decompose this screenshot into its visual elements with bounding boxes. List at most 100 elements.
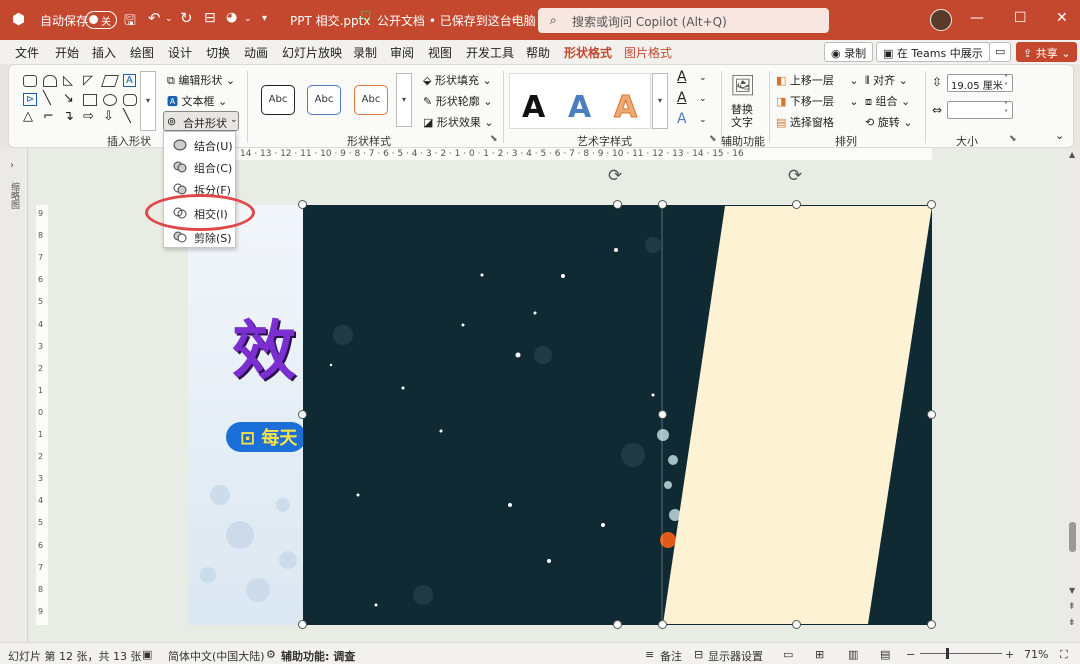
shape-handle-sw[interactable] — [658, 620, 667, 629]
dialog-launcher-icon[interactable]: ⬊ — [709, 134, 717, 144]
thumbnail-pane-label[interactable]: 缩略图 — [8, 182, 21, 209]
present-in-teams-button[interactable]: ▣ 在 Teams 中展示 — [876, 42, 990, 62]
edit-shape-button[interactable]: ⧉ 编辑形状 ⌄ — [167, 72, 235, 88]
tab-shape-format[interactable]: 形状格式 — [564, 44, 613, 66]
scrollbar-thumb[interactable] — [1069, 522, 1076, 552]
display-settings-icon[interactable]: ⊟ — [694, 648, 703, 661]
tab-review[interactable]: 审阅 — [390, 44, 414, 61]
resize-handle-w[interactable] — [298, 410, 307, 419]
slide-title-fragment[interactable]: 效 — [232, 300, 296, 392]
slide-sorter-icon[interactable]: ⊞ — [815, 648, 824, 661]
record-button[interactable]: ◉ 录制 — [824, 42, 874, 62]
resize-handle-se[interactable] — [927, 620, 936, 629]
resize-handle-ne[interactable] — [927, 200, 936, 209]
tab-picture-format[interactable]: 图片格式 — [624, 44, 672, 61]
undo-icon[interactable]: ↶ — [148, 9, 161, 27]
search-input[interactable]: ⌕ 搜索或询问 Copilot (Alt+Q) — [538, 8, 829, 33]
shape-handle-nw[interactable] — [658, 200, 667, 209]
expand-pane-icon[interactable]: › — [10, 160, 14, 171]
text-outline-icon[interactable]: A — [677, 90, 687, 106]
shape-outline-button[interactable]: ✎ 形状轮廓 ⌄ — [423, 93, 492, 109]
line-shape-icon[interactable]: ╲ — [43, 91, 51, 106]
resize-handle-e[interactable] — [927, 410, 936, 419]
shape-width-field[interactable]: ˄ ˅ — [947, 101, 1013, 119]
scroll-down-icon[interactable]: ▼ — [1069, 586, 1075, 595]
shape-height-field[interactable]: 19.05 厘米 ˄ ˅ — [947, 74, 1013, 92]
text-effects-icon[interactable]: A — [677, 111, 687, 127]
resize-handle-s[interactable] — [613, 620, 622, 629]
slideshow-icon[interactable]: ▤ — [880, 648, 890, 661]
zoom-slider[interactable] — [920, 653, 1002, 654]
accessibility-status[interactable]: 辅助功能: 调查 — [281, 648, 355, 664]
qat-more-icon[interactable]: ▾ — [262, 13, 267, 24]
menu-item-union[interactable]: 结合(U) — [164, 134, 237, 156]
right-arrow-shape-icon[interactable]: ⇨ — [83, 109, 94, 124]
shape-style-dark[interactable]: Abc — [261, 85, 295, 115]
triangle-shape-icon[interactable]: ◺ — [63, 73, 73, 88]
shape-gallery[interactable]: ◺ ◸ A ⊳ ╲ ↘ △ ⌐ ↴ ⇨ ⇩ ╲ — [19, 71, 143, 131]
reading-view-icon[interactable]: ▥ — [848, 648, 858, 661]
selection-pane-button[interactable]: ▤ 选择窗格 — [776, 114, 834, 130]
wordart-black-a[interactable]: A — [522, 90, 545, 125]
arrow-line-shape-icon[interactable]: ↘ — [63, 91, 74, 106]
parallelogram-shape-icon[interactable] — [101, 75, 119, 87]
vertical-scrollbar[interactable]: ▲ ▼ ⇞ ⇟ — [1066, 150, 1080, 642]
collapse-ribbon-icon[interactable]: ⌄ — [1055, 129, 1064, 142]
resize-handle-n[interactable] — [613, 200, 622, 209]
align-button[interactable]: ⫴ 对齐 ⌄ — [865, 72, 908, 88]
text-outline-dropdown-icon[interactable]: ⌄ — [699, 94, 707, 104]
shape-handle-n[interactable] — [792, 200, 801, 209]
language-indicator[interactable]: 简体中文(中国大陆) — [168, 648, 265, 664]
customize-dropdown-icon[interactable]: ⌄ — [244, 14, 252, 24]
normal-view-icon[interactable]: ▭ — [783, 648, 793, 661]
shape-style-orange[interactable]: Abc — [354, 85, 388, 115]
tab-help[interactable]: 帮助 — [526, 44, 550, 61]
text-fill-dropdown-icon[interactable]: ⌄ — [699, 73, 707, 83]
autosave-toggle[interactable]: 关 — [85, 11, 117, 29]
shape-gallery-more-button[interactable]: ▾ — [140, 71, 156, 131]
tab-view[interactable]: 视图 — [428, 44, 452, 61]
wordart-gallery[interactable]: A A A — [509, 73, 651, 129]
notes-icon[interactable]: ≡ — [645, 648, 654, 661]
tab-record[interactable]: 录制 — [353, 44, 377, 61]
minimize-icon[interactable]: — — [970, 10, 984, 26]
rotate-handle-icon[interactable]: ⟳ — [788, 166, 802, 186]
shape-handle-s[interactable] — [792, 620, 801, 629]
rectangle-shape-icon[interactable] — [23, 75, 37, 87]
tab-home[interactable]: 开始 — [55, 44, 79, 61]
tab-design[interactable]: 设计 — [168, 44, 192, 61]
tab-file[interactable]: 文件 — [15, 44, 39, 61]
backslash-shape-icon[interactable]: ╲ — [123, 109, 131, 124]
fit-to-window-icon[interactable]: ⛶ — [1060, 648, 1068, 662]
undo-dropdown-icon[interactable]: ⌄ — [165, 14, 173, 24]
previous-slide-icon[interactable]: ⇞ — [1068, 602, 1076, 612]
wordart-more-button[interactable]: ▾ — [652, 73, 668, 129]
chevron-down-icon[interactable]: ⌄ — [510, 14, 518, 24]
zoom-out-icon[interactable]: − — [906, 648, 915, 661]
text-effects-dropdown-icon[interactable]: ⌄ — [699, 115, 707, 125]
snow-photo[interactable] — [303, 205, 932, 625]
rounded-rectangle-shape-icon[interactable] — [123, 94, 137, 106]
shape-style-blue[interactable]: Abc — [307, 85, 341, 115]
comments-button[interactable]: ▭ — [989, 42, 1012, 62]
shape-fill-button[interactable]: ⬙ 形状填充 ⌄ — [423, 72, 492, 88]
spinner-icon[interactable]: ˄ ˅ — [1004, 102, 1008, 118]
zoom-slider-thumb[interactable] — [946, 648, 949, 659]
resize-handle-sw[interactable] — [298, 620, 307, 629]
save-icon[interactable]: 🖫 — [124, 10, 136, 34]
rounded-rect-shape-icon[interactable] — [43, 75, 57, 87]
rotate-button[interactable]: ⟲ 旋转 ⌄ — [865, 114, 912, 130]
menu-item-combine[interactable]: 组合(C) — [164, 156, 237, 178]
textbox-shape-icon[interactable]: A — [123, 74, 136, 87]
tab-draw[interactable]: 绘图 — [130, 44, 154, 61]
elbow-arrow-shape-icon[interactable]: ↴ — [63, 109, 74, 124]
shape-effects-button[interactable]: ◪ 形状效果 ⌄ — [423, 114, 494, 130]
tab-animations[interactable]: 动画 — [244, 44, 268, 61]
maximize-icon[interactable]: ☐ — [1014, 10, 1027, 26]
text-box-button[interactable]: 🅰 文本框 ⌄ — [167, 93, 227, 109]
present-from-start-icon[interactable]: ⊟ — [204, 10, 216, 26]
wordart-blue-a[interactable]: A — [568, 90, 591, 125]
dialog-launcher-icon[interactable]: ⬊ — [490, 134, 498, 144]
close-icon[interactable]: ✕ — [1056, 10, 1068, 26]
merge-shapes-button[interactable]: ⊚ 合并形状 ⌄ — [163, 111, 239, 131]
